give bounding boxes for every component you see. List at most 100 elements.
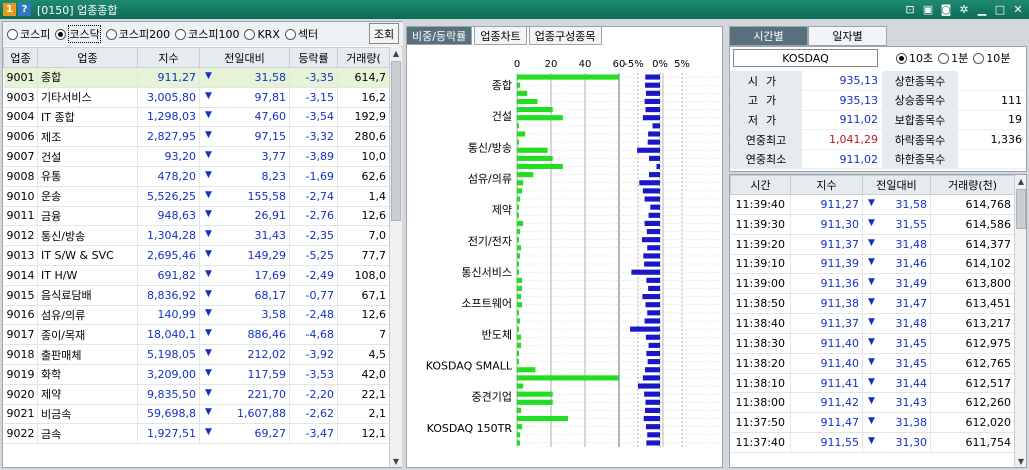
time-scrollbar[interactable]: ▲ ▼ (1014, 175, 1026, 467)
column-header[interactable]: 전일대비 (862, 175, 931, 195)
chart-tab-1[interactable]: 업종차트 (474, 26, 527, 45)
interval-radio-2[interactable]: 10분 (973, 50, 1010, 66)
index-name-field[interactable]: KOSDAQ (733, 49, 878, 67)
minimize-icon[interactable]: ▁ (975, 2, 989, 16)
table-cell: 1,304,28 (137, 225, 200, 247)
table-cell: 5,526,25 (137, 186, 200, 207)
table-row[interactable]: 9014 IT H/W 691,82 ▼ 17,69 -2,49 108,0 (3, 265, 390, 286)
pin-icon[interactable]: ⊡ (903, 2, 917, 16)
table-row[interactable]: 9010 운송 5,526,25 ▼ 155,58 -2,74 1,4 (3, 186, 390, 207)
table-row[interactable]: 9015 음식료담배 8,836,92 ▼ 68,17 -0,77 67,1 (3, 285, 390, 306)
column-header[interactable]: 등락률 (289, 47, 338, 68)
table-row[interactable]: 9016 섬유/의류 140,99 ▼ 3,58 -2,48 12,6 (3, 305, 390, 326)
column-header[interactable]: 거래량( (337, 47, 390, 68)
column-header[interactable]: 전일대비 (199, 47, 290, 68)
down-arrow-icon: ▼ (868, 217, 875, 228)
camera-icon[interactable]: ◙ (939, 2, 953, 16)
market-radio-1[interactable]: 코스닥 (55, 25, 101, 43)
change-value: 31,46 (895, 257, 928, 271)
radio-icon[interactable] (7, 28, 18, 40)
help-badge[interactable]: ? (18, 3, 31, 16)
column-header[interactable]: 거래량(천) (930, 175, 1015, 195)
table-cell: ▼ 97,81 (199, 87, 290, 108)
table-row[interactable]: 9004 IT 종합 1,298,03 ▼ 47,60 -3,54 192,9 (3, 107, 390, 128)
scroll-up-icon[interactable]: ▲ (390, 47, 402, 59)
table-row[interactable]: 9013 IT S/W & SVC 2,695,46 ▼ 149,29 -5,25 77,7 (3, 245, 390, 266)
table-row[interactable]: 9011 금융 948,63 ▼ 26,91 -2,76 12,6 (3, 206, 390, 227)
column-header[interactable]: 지수 (790, 175, 863, 195)
change-bar (644, 318, 660, 324)
table-cell: 11:39:00 (730, 273, 791, 295)
chart-tab-2[interactable]: 업종구성종목 (528, 26, 602, 45)
maximize-icon[interactable]: □ (993, 2, 1007, 16)
window-icon[interactable]: ▣ (921, 2, 935, 16)
scroll-down-icon[interactable]: ▼ (1015, 455, 1026, 467)
column-header[interactable]: 업종 (3, 47, 38, 68)
settings-icon[interactable]: ✲ (957, 2, 971, 16)
market-radio-2[interactable]: 코스피200 (105, 26, 170, 42)
right-tab-1[interactable]: 일자별 (808, 26, 887, 46)
right-tab-0[interactable]: 시간별 (729, 26, 808, 46)
table-row[interactable]: 9018 출판매체 5,198,05 ▼ 212,02 -3,92 4,5 (3, 344, 390, 365)
table-row[interactable]: 11:39:30 911,30 ▼ 31,55 614,586 (730, 214, 1015, 235)
table-row[interactable]: 11:38:50 911,38 ▼ 31,47 613,451 (730, 293, 1015, 315)
table-row[interactable]: 9022 금속 1,927,51 ▼ 69,27 -3,47 12,1 (3, 423, 390, 445)
table-row[interactable]: 9020 제약 9,835,50 ▼ 221,70 -2,20 22,1 (3, 384, 390, 405)
table-row[interactable]: 11:37:50 911,47 ▼ 31,38 612,020 (730, 412, 1015, 434)
table-row[interactable]: 9001 종합 911,27 ▼ 31,58 -3,35 614,7 (3, 67, 390, 88)
radio-icon[interactable] (284, 28, 296, 40)
table-row[interactable]: 11:39:00 911,36 ▼ 31,49 613,800 (730, 273, 1015, 295)
table-row[interactable]: 11:38:00 911,42 ▼ 31,43 612,260 (730, 392, 1015, 414)
category-label: 섬유/의류 (468, 173, 512, 186)
summary-value (958, 71, 1026, 92)
table-cell: 16,2 (337, 87, 390, 108)
change-value: 97,15 (254, 130, 287, 144)
chart-tabs: 비중/등락률 업종차트 업종구성종목 (406, 26, 604, 46)
column-header[interactable]: 지수 (137, 47, 200, 68)
radio-icon[interactable] (973, 52, 985, 64)
table-row[interactable]: 11:38:20 911,40 ▼ 31,45 612,765 (730, 353, 1015, 374)
interval-radio-0[interactable]: 10초 (896, 50, 933, 66)
radio-icon[interactable] (244, 28, 256, 40)
table-row[interactable]: 9012 통신/방송 1,304,28 ▼ 31,43 -2,35 7,0 (3, 225, 390, 247)
table-cell: 67,1 (337, 285, 390, 306)
table-row[interactable]: 11:38:10 911,41 ▼ 31,44 612,517 (730, 373, 1015, 394)
table-row[interactable]: 9008 유통 478,20 ▼ 8,23 -1,69 62,6 (3, 166, 390, 187)
change-bar (644, 220, 660, 226)
search-button[interactable]: 조회 (369, 23, 399, 44)
down-arrow-icon: ▼ (205, 427, 212, 438)
market-radio-3[interactable]: 코스피100 (175, 26, 239, 42)
table-row[interactable]: 11:38:40 911,37 ▼ 31,48 613,217 (730, 313, 1015, 334)
column-header[interactable]: 업종 (37, 47, 138, 68)
table-row[interactable]: 9007 건설 93,20 ▼ 3,77 -3,89 10,0 (3, 146, 390, 167)
table-row[interactable]: 11:39:40 911,27 ▼ 31,58 614,768 (730, 194, 1015, 215)
column-header[interactable]: 시간 (730, 175, 791, 195)
scroll-thumb[interactable] (391, 61, 401, 221)
scroll-thumb[interactable] (1016, 189, 1026, 229)
table-row[interactable]: 11:39:20 911,37 ▼ 31,48 614,377 (730, 234, 1015, 255)
table-row[interactable]: 9019 화학 3,209,00 ▼ 117,59 -3,53 42,0 (3, 364, 390, 385)
radio-icon[interactable] (938, 52, 950, 64)
scroll-up-icon[interactable]: ▲ (1015, 175, 1026, 187)
table-row[interactable]: 11:39:10 911,39 ▼ 31,46 614,102 (730, 254, 1015, 275)
table-row[interactable]: 9006 제조 2,827,95 ▼ 97,15 -3,32 280,6 (3, 126, 390, 148)
market-radio-0[interactable]: 코스피 (7, 26, 50, 42)
weight-bar (517, 131, 526, 137)
market-radio-5[interactable]: 섹터 (284, 26, 318, 42)
table-row[interactable]: 11:37:40 911,55 ▼ 31,30 611,754 (730, 432, 1015, 453)
radio-icon[interactable] (55, 28, 67, 40)
close-icon[interactable]: ✕ (1011, 2, 1025, 16)
table-row[interactable]: 9017 종이/목재 18,040,1 ▼ 886,46 -4,68 7 (3, 324, 390, 346)
sector-scrollbar[interactable]: ▲ ▼ (389, 47, 402, 467)
table-row[interactable]: 9003 기타서비스 3,005,80 ▼ 97,81 -3,15 16,2 (3, 87, 390, 108)
scroll-down-icon[interactable]: ▼ (390, 455, 402, 467)
chart-tab-0[interactable]: 비중/등락률 (406, 26, 473, 45)
radio-icon[interactable] (105, 28, 117, 40)
radio-icon[interactable] (896, 52, 907, 64)
market-radio-4[interactable]: KRX (244, 28, 280, 41)
radio-icon[interactable] (175, 28, 187, 40)
table-row[interactable]: 9021 비금속 59,698,8 ▼ 1,607,88 -2,62 2,1 (3, 404, 390, 425)
table-cell: 22,1 (337, 384, 390, 405)
table-row[interactable]: 11:38:30 911,40 ▼ 31,45 612,975 (730, 333, 1015, 354)
interval-radio-1[interactable]: 1분 (938, 50, 968, 66)
